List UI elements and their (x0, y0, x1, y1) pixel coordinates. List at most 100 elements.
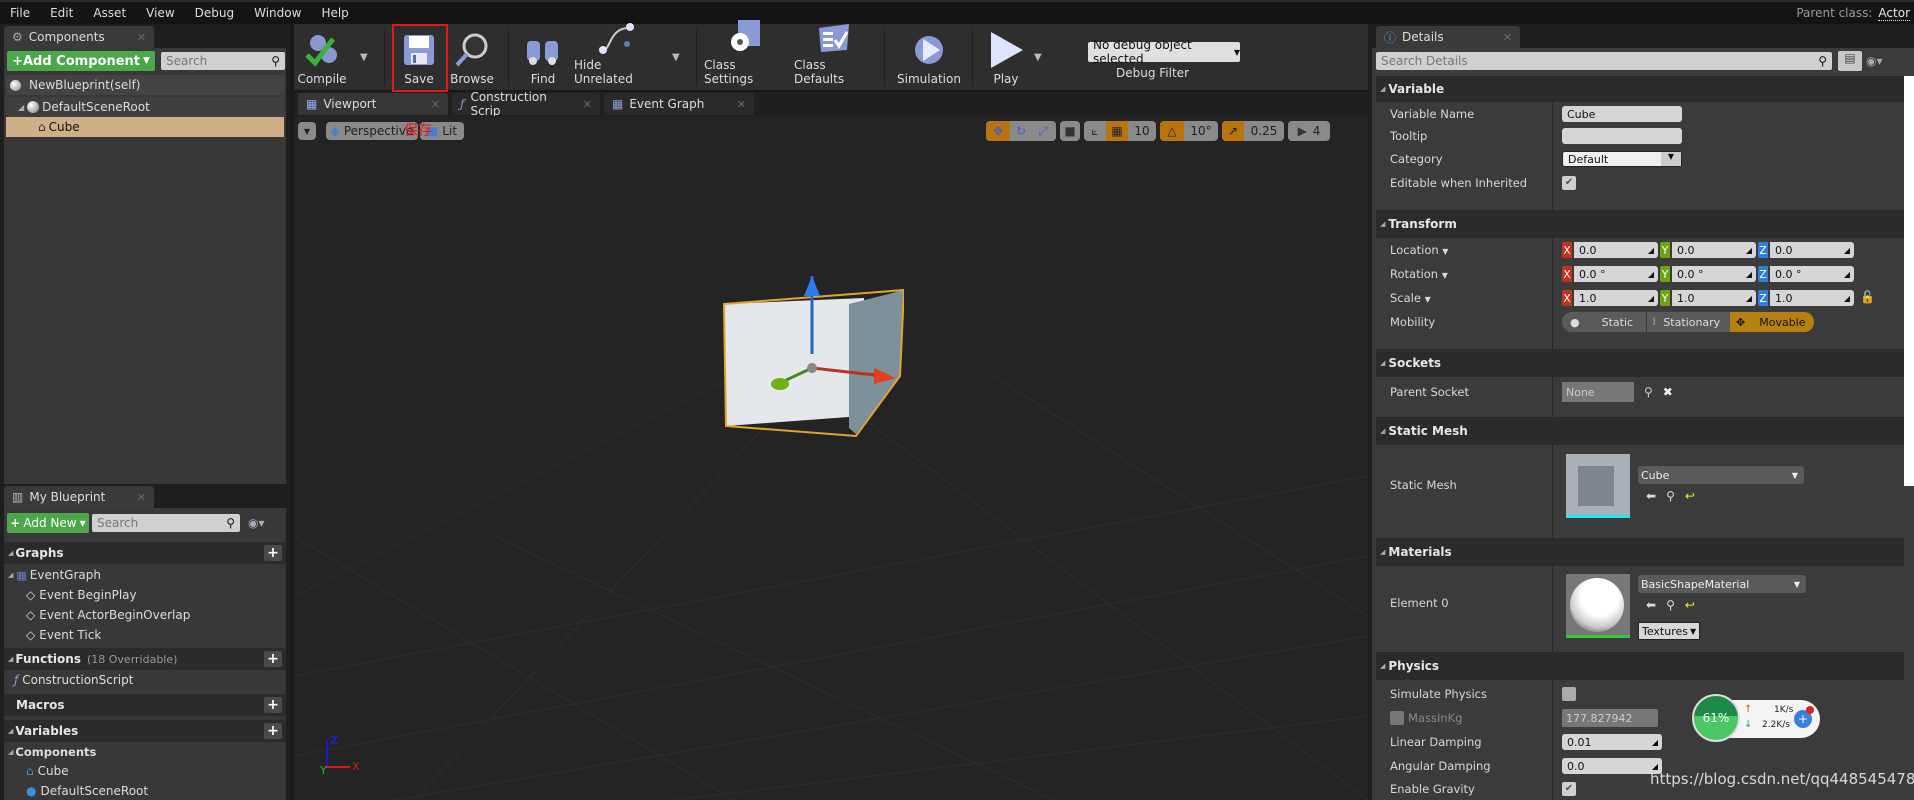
functions-section[interactable]: ◢ Functions (18 Overridable) + (4, 648, 286, 670)
close-icon[interactable]: ✕ (431, 98, 440, 111)
camera-speed-button[interactable]: ▶ 4 (1288, 121, 1330, 141)
class-settings-button[interactable]: Class Settings (704, 20, 786, 90)
rotation-label[interactable]: Rotation ▼ (1390, 267, 1448, 281)
add-variable-button[interactable]: + (264, 723, 282, 739)
scale-snap-icon[interactable]: ↗ (1222, 121, 1244, 141)
class-defaults-button[interactable]: Class Defaults (794, 24, 874, 90)
simulate-physics-checkbox[interactable] (1562, 687, 1576, 701)
physics-section[interactable]: ◢ Physics (1376, 652, 1904, 680)
world-local-toggle[interactable]: ■ (1060, 121, 1080, 141)
browse-asset-icon[interactable]: ⚲ (1666, 598, 1675, 612)
event-graph-item[interactable]: ◢ ▦ EventGraph (8, 566, 101, 584)
find-button[interactable]: Find (518, 24, 568, 90)
variable-item[interactable]: ⌂ Cube (26, 762, 69, 780)
components-category[interactable]: ◢ Components (8, 744, 96, 760)
rotation-y-input[interactable]: 0.0 ° ◢ (1672, 266, 1756, 282)
variable-item[interactable]: ● DefaultSceneRoot (26, 782, 148, 800)
editable-inherited-checkbox[interactable]: ✔ (1562, 176, 1576, 190)
sockets-section[interactable]: ◢ Sockets (1376, 349, 1904, 377)
add-new-button[interactable]: + Add New ▼ (7, 513, 89, 533)
tab-components[interactable]: ⚙ Components ✕ (4, 26, 154, 48)
viewport-options-button[interactable]: ▼ (298, 122, 316, 140)
category-select[interactable]: Default ▼ (1562, 151, 1682, 167)
menu-debug[interactable]: Debug (185, 6, 244, 20)
mobility-movable[interactable]: ✥ Movable (1730, 312, 1814, 332)
parent-class-link[interactable]: Actor (1878, 6, 1910, 21)
debug-object-select[interactable]: No debug object selected ▼ (1088, 38, 1240, 66)
materials-section[interactable]: ◢ Materials (1376, 538, 1904, 566)
use-selected-arrow-icon[interactable]: ⬅ (1646, 489, 1656, 503)
lock-icon[interactable]: 🔓 (1860, 290, 1875, 306)
use-selected-arrow-icon[interactable]: ⬅ (1646, 598, 1656, 612)
location-y-input[interactable]: 0.0 ◢ (1672, 242, 1756, 258)
menu-asset[interactable]: Asset (83, 6, 136, 20)
add-function-button[interactable]: + (264, 651, 282, 667)
blueprint-search-input[interactable]: Search ⚲ (92, 514, 240, 532)
mobility-static[interactable]: ● Static (1562, 312, 1646, 332)
add-component-button[interactable]: +Add Component ▼ (7, 51, 155, 71)
variable-section[interactable]: ◢ Variable (1376, 76, 1904, 102)
play-button[interactable]: Play (984, 24, 1028, 90)
menu-edit[interactable]: Edit (40, 6, 83, 20)
event-item[interactable]: ◇ Event ActorBeginOverlap (26, 606, 190, 624)
clear-icon[interactable]: ✖ (1663, 385, 1673, 399)
cube-mesh[interactable] (704, 276, 904, 476)
tree-item-defaultsceneroot[interactable]: ◢ DefaultSceneRoot (6, 97, 284, 117)
location-x-input[interactable]: 0.0 ◢ (1574, 242, 1658, 258)
rotate-mode-icon[interactable]: ↻ (1010, 124, 1032, 138)
scale-y-input[interactable]: 1.0 ◢ (1672, 290, 1756, 306)
viewport[interactable]: ▼ ◆ Perspective ■ Lit 保存 ✥ ↻ ⤢ ■ ⟀ ▦ 10 △ … (294, 116, 1368, 800)
macros-section[interactable]: Macros + (4, 694, 286, 716)
location-z-input[interactable]: 0.0 ◢ (1770, 242, 1854, 258)
details-search-input[interactable]: Search Details ⚲ (1376, 52, 1832, 70)
variables-section[interactable]: ◢ Variables + (4, 720, 286, 742)
tab-my-blueprint[interactable]: ▥ My Blueprint ✕ (4, 486, 154, 508)
close-icon[interactable]: ✕ (1503, 31, 1512, 44)
menu-file[interactable]: File (0, 6, 40, 20)
scale-snap-value[interactable]: 0.25 (1244, 124, 1284, 138)
compile-button[interactable]: Compile (296, 24, 348, 90)
tab-event-graph[interactable]: ▦ Event Graph ✕ (604, 93, 754, 115)
browse-socket-icon[interactable]: ⚲ (1644, 385, 1653, 399)
function-item[interactable]: ƒ ConstructionScript (14, 671, 133, 689)
menu-help[interactable]: Help (311, 6, 358, 20)
translate-mode-icon[interactable]: ✥ (986, 121, 1010, 141)
property-matrix-button[interactable]: ▤ (1838, 51, 1862, 71)
browse-button[interactable]: Browse (448, 24, 496, 90)
close-icon[interactable]: ✕ (137, 31, 146, 44)
tooltip-input[interactable] (1562, 128, 1682, 144)
compile-options-dropdown[interactable]: ▼ (360, 52, 368, 63)
linear-damping-input[interactable]: 0.01 ◢ (1562, 734, 1662, 750)
tab-viewport[interactable]: ▦ Viewport ✕ (298, 93, 448, 115)
variable-name-input[interactable]: Cube (1562, 106, 1682, 122)
angular-damping-input[interactable]: 0.0 ◢ (1562, 758, 1662, 774)
static-mesh-select[interactable]: Cube ▼ (1638, 466, 1804, 484)
static-mesh-thumbnail[interactable] (1566, 454, 1630, 518)
grid-snap-icon[interactable]: ▦ (1106, 121, 1128, 141)
menu-view[interactable]: View (136, 6, 184, 20)
location-label[interactable]: Location ▼ (1390, 243, 1448, 257)
surface-snap-icon[interactable]: ⟀ (1084, 124, 1106, 139)
add-macro-button[interactable]: + (264, 697, 282, 713)
enable-gravity-checkbox[interactable]: ✔ (1562, 782, 1576, 796)
event-item[interactable]: ◇ Event Tick (26, 626, 101, 644)
view-options-eye-icon[interactable]: ◉▾ (248, 516, 265, 530)
reset-to-default-icon[interactable]: ↩ (1685, 489, 1695, 503)
view-options-eye-icon[interactable]: ◉▾ (1866, 54, 1883, 68)
scale-label[interactable]: Scale ▼ (1390, 291, 1431, 305)
rotation-snap-icon[interactable]: △ (1160, 121, 1184, 141)
event-item[interactable]: ◇ Event BeginPlay (26, 586, 137, 604)
reset-to-default-icon[interactable]: ↩ (1685, 598, 1695, 612)
parent-socket-field[interactable]: None (1562, 382, 1634, 402)
static-mesh-section[interactable]: ◢ Static Mesh (1376, 417, 1904, 445)
simulation-button[interactable]: Simulation (894, 24, 964, 90)
scale-mode-icon[interactable]: ⤢ (1032, 124, 1054, 139)
mass-override-checkbox[interactable] (1390, 711, 1404, 725)
close-icon[interactable]: ✕ (583, 98, 592, 111)
hide-unrelated-button[interactable]: Hide Unrelated (574, 23, 660, 90)
close-icon[interactable]: ✕ (737, 98, 746, 111)
tab-construction-script[interactable]: ƒ Construction Scrip ✕ (452, 90, 600, 118)
add-graph-button[interactable]: + (264, 545, 282, 561)
scale-x-input[interactable]: 1.0 ◢ (1574, 290, 1658, 306)
material-thumbnail[interactable] (1566, 574, 1630, 638)
